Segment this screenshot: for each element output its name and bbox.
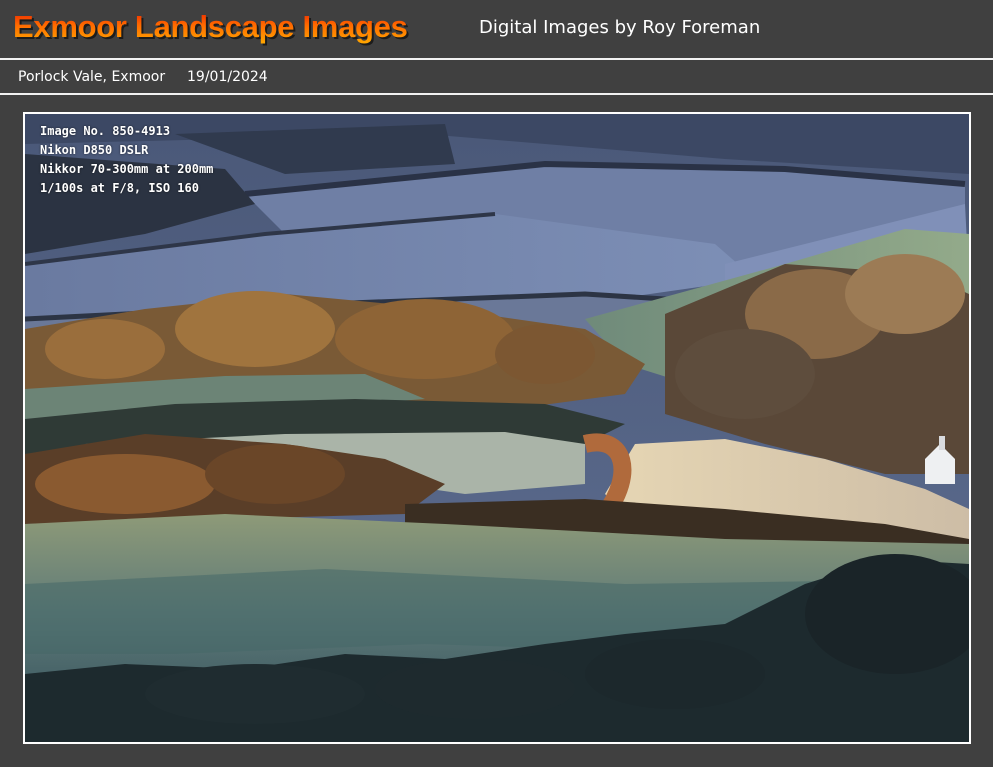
exif-lens: Nikkor 70-300mm at 200mm: [40, 162, 214, 176]
caption-divider: [0, 93, 993, 95]
landscape-photo-image: [25, 114, 969, 742]
exif-exposure: 1/100s at F/8, ISO 160: [40, 181, 199, 195]
photo-exif-overlay: Image No. 850-4913 Nikon D850 DSLR Nikko…: [40, 122, 213, 198]
caption-bar: Porlock Vale, Exmoor 19/01/2024: [0, 60, 993, 93]
site-header: Exmoor Landscape Images Exmoor Landscape…: [0, 0, 993, 58]
landscape-photo[interactable]: Image No. 850-4913 Nikon D850 DSLR Nikko…: [23, 112, 971, 744]
site-title[interactable]: Exmoor Landscape Images: [13, 8, 408, 46]
site-subtitle: Digital Images by Roy Foreman: [479, 17, 761, 38]
photo-date: 19/01/2024: [187, 69, 268, 85]
photo-location: Porlock Vale, Exmoor: [18, 69, 166, 85]
exif-image-number: Image No. 850-4913: [40, 124, 171, 138]
exif-camera: Nikon D850 DSLR: [40, 143, 149, 157]
